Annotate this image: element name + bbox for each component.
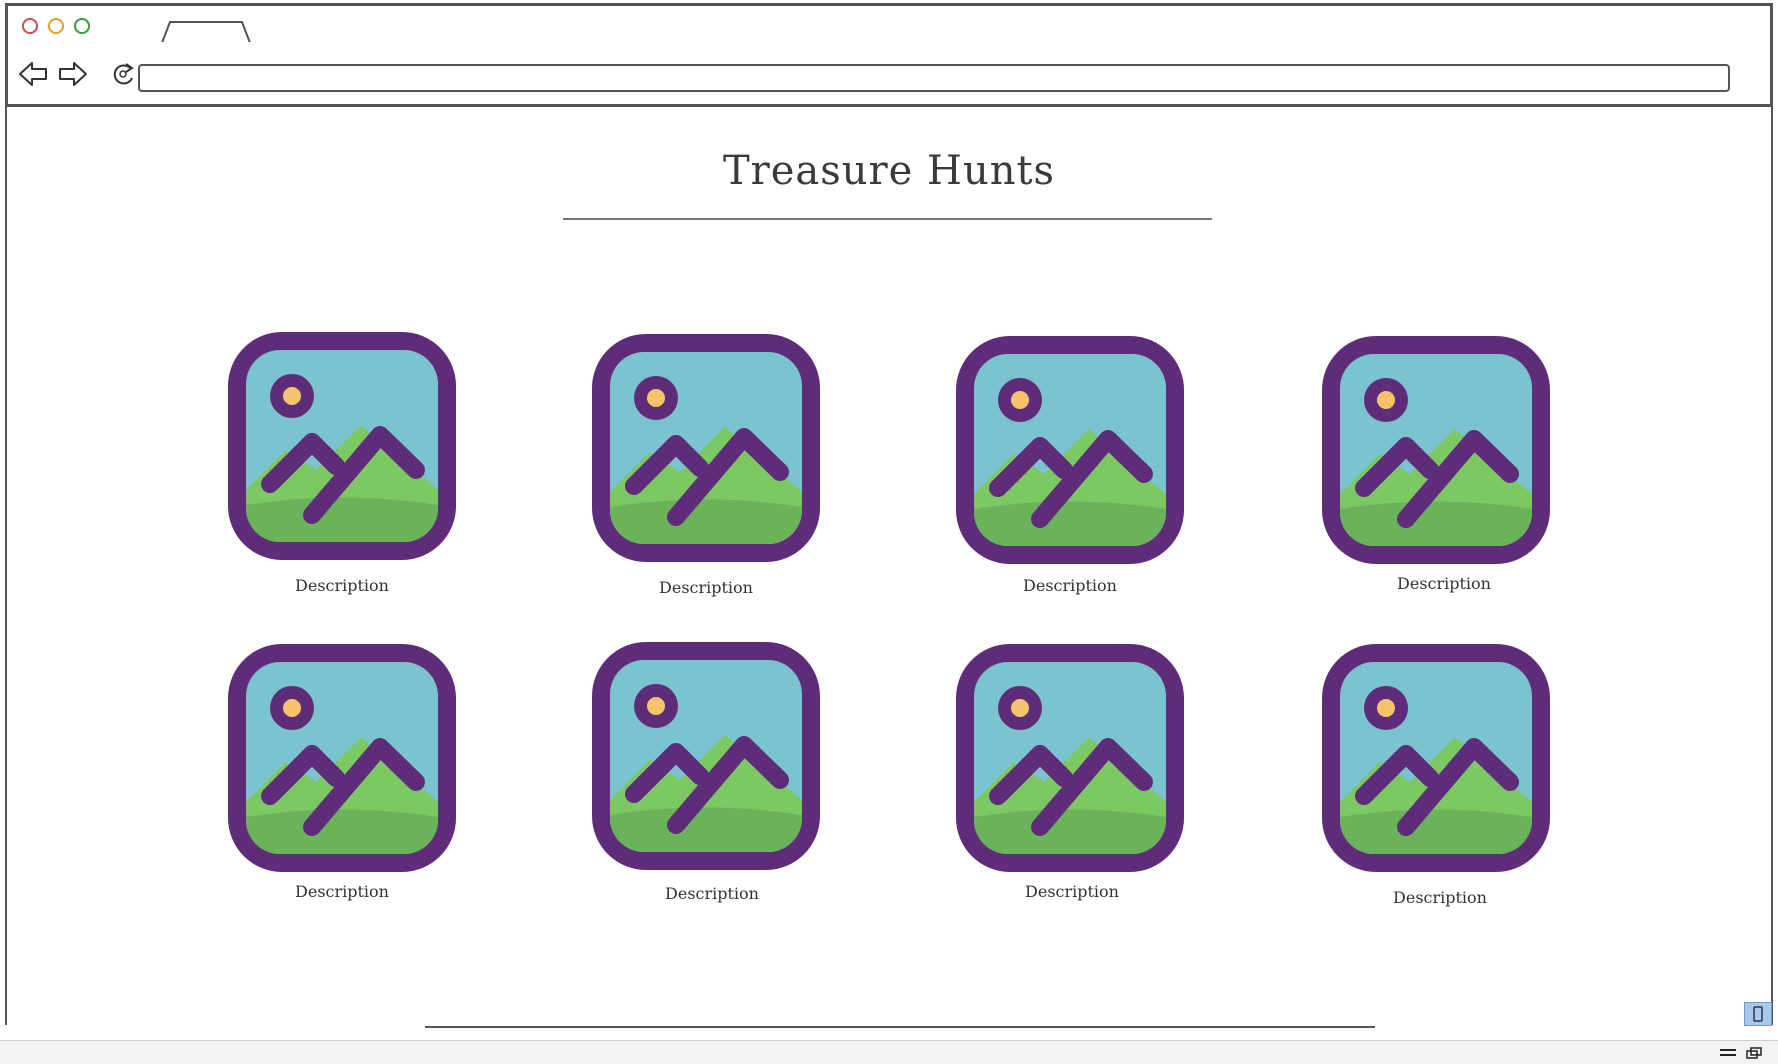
card-description: Description [295, 882, 389, 901]
card-description: Description [1397, 574, 1491, 593]
mobile-view-button[interactable] [1744, 1002, 1772, 1026]
image-placeholder-icon[interactable] [590, 332, 822, 564]
image-placeholder-icon[interactable] [590, 640, 822, 872]
image-placeholder-icon[interactable] [226, 330, 458, 562]
page: Treasure Hunts Description Description D… [0, 0, 1778, 1064]
card-description: Description [295, 576, 389, 595]
image-placeholder-icon[interactable] [226, 642, 458, 874]
address-bar-input[interactable] [138, 64, 1730, 92]
card-description: Description [659, 578, 753, 597]
arrow-right-icon[interactable] [56, 60, 90, 88]
card-description: Description [1393, 888, 1487, 907]
footer-divider [425, 1026, 1375, 1028]
page-title: Treasure Hunts [722, 148, 1056, 194]
browser-titlebar [5, 3, 1773, 48]
card-description: Description [1025, 882, 1119, 901]
image-placeholder-icon[interactable] [1320, 334, 1552, 566]
arrow-left-icon[interactable] [16, 60, 50, 88]
menu-lines-icon[interactable] [1718, 1046, 1738, 1060]
minimize-window-button[interactable] [48, 18, 64, 34]
reload-icon[interactable] [108, 60, 142, 88]
image-placeholder-icon[interactable] [954, 334, 1186, 566]
close-window-button[interactable] [22, 18, 38, 34]
window-restore-icon[interactable] [1744, 1046, 1764, 1060]
status-strip [0, 1040, 1778, 1064]
card-description: Description [665, 884, 759, 903]
title-divider [563, 218, 1212, 220]
phone-icon [1753, 1006, 1763, 1022]
image-placeholder-icon[interactable] [1320, 642, 1552, 874]
card-description: Description [1023, 576, 1117, 595]
maximize-window-button[interactable] [74, 18, 90, 34]
image-placeholder-icon[interactable] [954, 642, 1186, 874]
browser-navbar [5, 42, 1773, 107]
